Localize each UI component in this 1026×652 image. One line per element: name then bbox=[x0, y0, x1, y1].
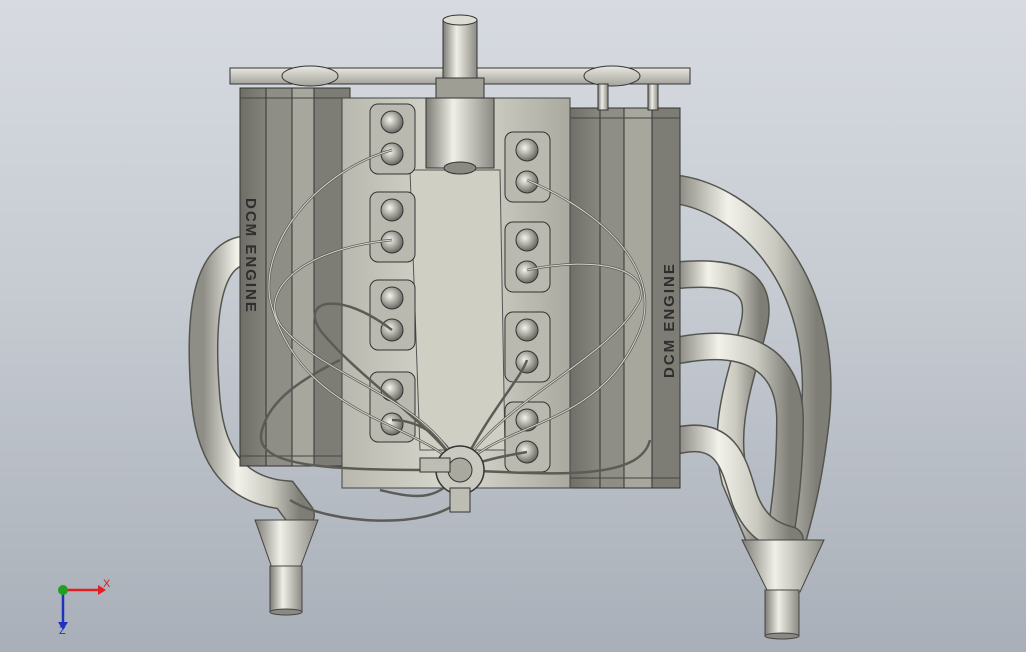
orientation-triad: X Z bbox=[58, 578, 111, 637]
graphics-viewport[interactable]: DCM ENGINE DCM ENGINE X Z bbox=[0, 0, 1026, 652]
right-bank-label: DCM ENGINE bbox=[661, 262, 678, 378]
z-axis-label: Z bbox=[59, 625, 66, 637]
y-axis-dot bbox=[58, 585, 68, 595]
left-bank-label: DCM ENGINE bbox=[242, 198, 259, 314]
engine-model[interactable]: DCM ENGINE DCM ENGINE bbox=[188, 14, 832, 640]
x-axis-label: X bbox=[103, 578, 111, 590]
right-exhaust-pipe[interactable] bbox=[665, 175, 832, 640]
output-shaft[interactable] bbox=[425, 14, 495, 175]
